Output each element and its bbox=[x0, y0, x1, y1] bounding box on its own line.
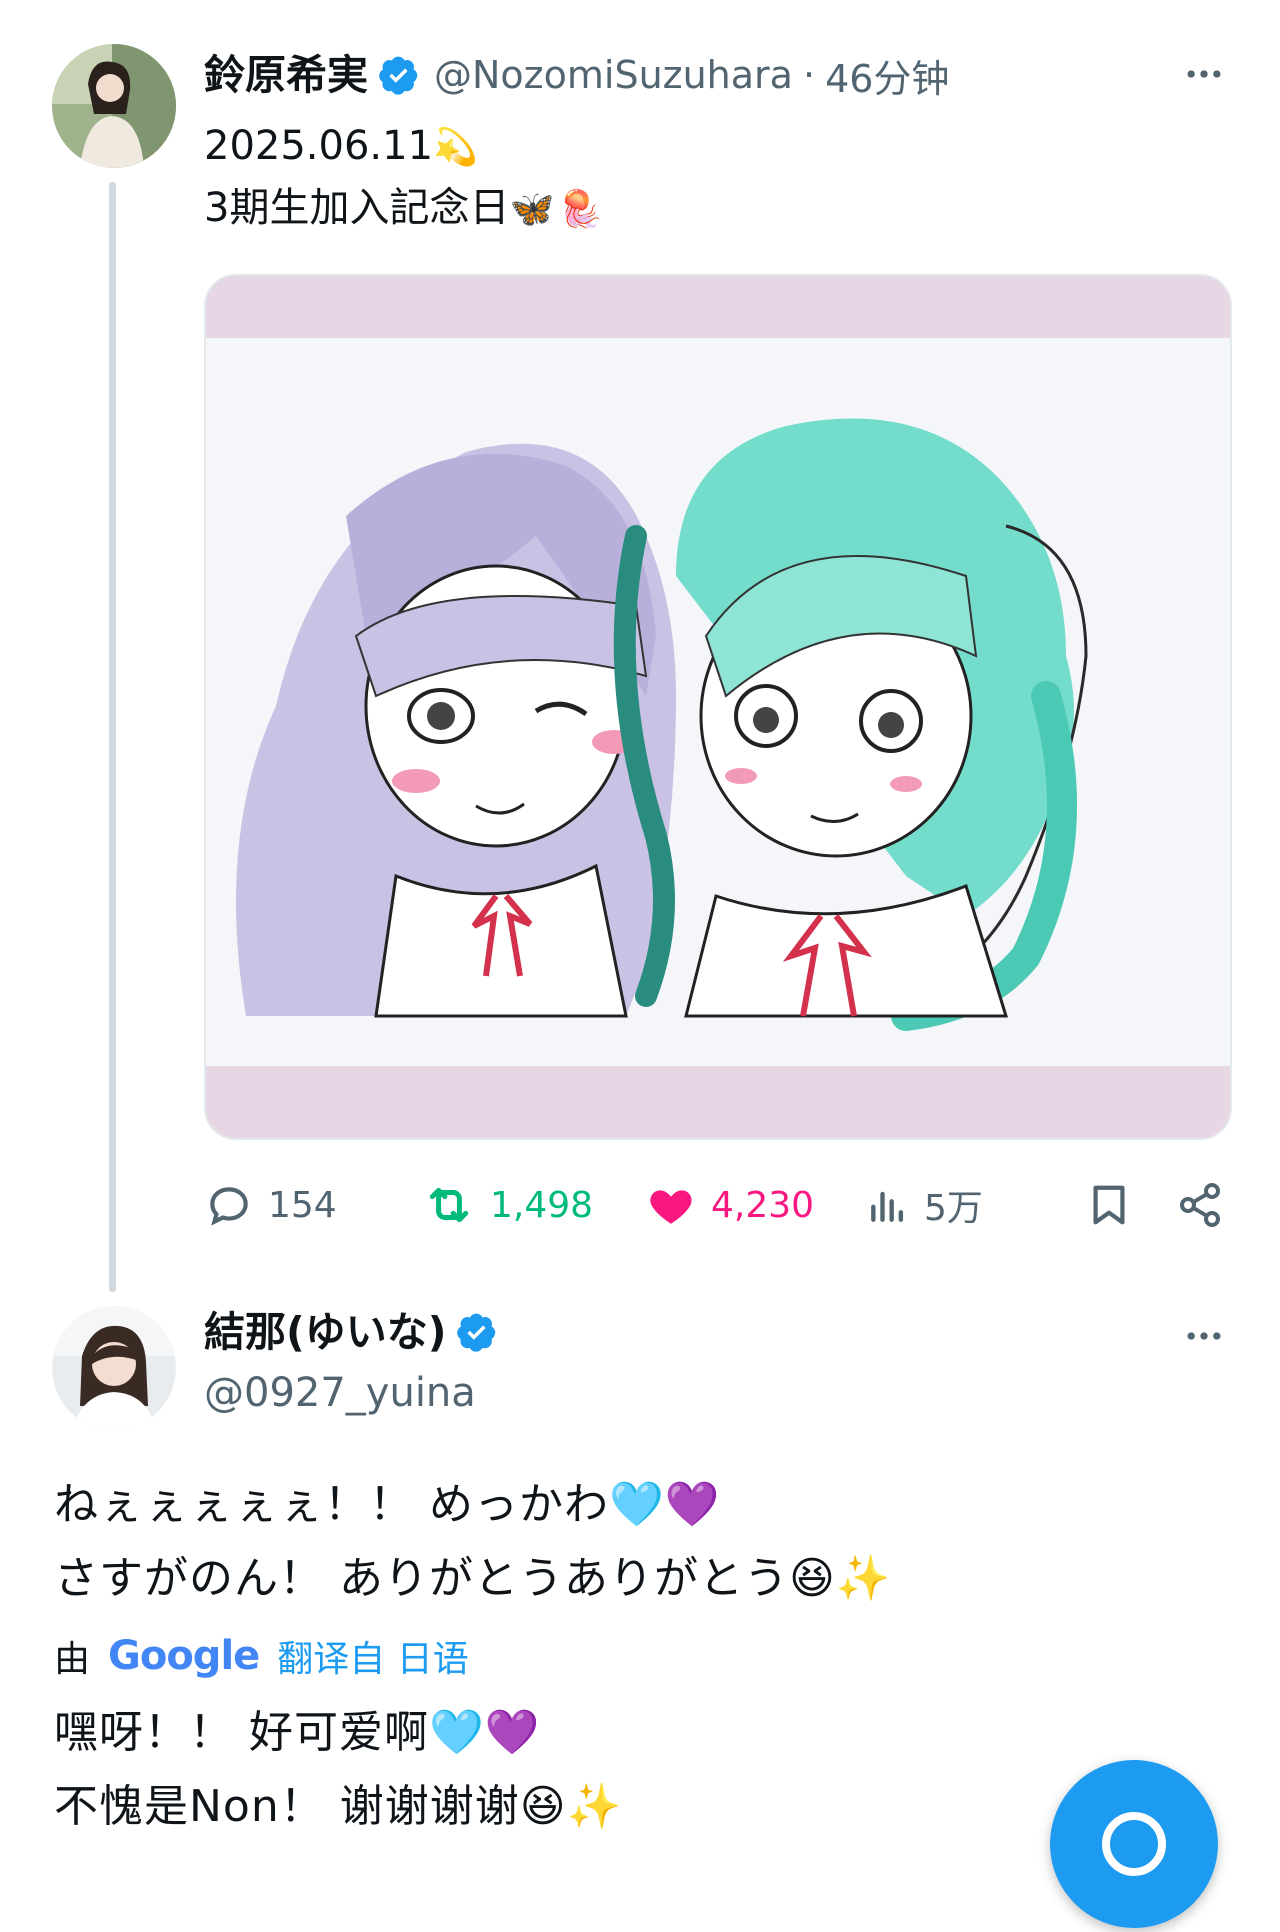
reply-line-1-text: ねぇぇぇぇぇ！！ めっかわ bbox=[54, 1479, 609, 1530]
share-icon bbox=[1180, 1183, 1220, 1227]
reply-author-avatar[interactable] bbox=[52, 1306, 176, 1430]
purple-heart-emoji: 💜 bbox=[484, 1707, 541, 1758]
views-count: 5万 bbox=[924, 1188, 983, 1229]
views-button[interactable]: 5万 bbox=[866, 1180, 983, 1230]
bookmark-icon bbox=[1093, 1185, 1125, 1225]
translated-line-1-text: 嘿呀！！ 好可爱啊 bbox=[54, 1707, 429, 1758]
post-text-line-1: 2025.06.11💫 bbox=[204, 116, 603, 178]
post-image[interactable] bbox=[204, 274, 1232, 1140]
bookmark-button[interactable] bbox=[1086, 1180, 1146, 1230]
translate-prefix: 由 bbox=[54, 1639, 91, 1680]
jellyfish-emoji: 🪼 bbox=[558, 189, 604, 230]
reply-button[interactable]: 154 bbox=[204, 1180, 337, 1230]
author-handle[interactable]: @NozomiSuzuhara bbox=[434, 53, 793, 97]
light-blue-heart-emoji: 🩵 bbox=[609, 1479, 665, 1530]
like-count: 4,230 bbox=[711, 1184, 815, 1226]
reply-text-line-2: さすがのん！ ありがとうありがとう😆✨ bbox=[54, 1542, 892, 1616]
butterfly-emoji: 🦋 bbox=[509, 189, 555, 230]
like-icon bbox=[650, 1190, 692, 1224]
reply-text: ねぇぇぇぇぇ！！ めっかわ🩵💜 さすがのん！ ありがとうありがとう😆✨ bbox=[54, 1468, 892, 1616]
author-header: 鈴原希実 @NozomiSuzuhara · 46分钟 bbox=[204, 48, 949, 103]
laughing-face-emoji: 😆 bbox=[789, 1553, 836, 1604]
reply-header: 結那(ゆいな) bbox=[204, 1308, 498, 1356]
translate-label[interactable]: 翻译自 日语 bbox=[277, 1630, 468, 1682]
compose-button[interactable] bbox=[1050, 1760, 1218, 1928]
light-blue-heart-emoji: 🩵 bbox=[429, 1707, 485, 1758]
separator-dot: · bbox=[802, 53, 816, 97]
reply-text-line-1: ねぇぇぇぇぇ！！ めっかわ🩵💜 bbox=[54, 1468, 892, 1542]
repost-count: 1,498 bbox=[490, 1184, 594, 1226]
repost-button[interactable]: 1,498 bbox=[422, 1180, 593, 1230]
laughing-face-emoji: 😆 bbox=[519, 1781, 567, 1832]
post-text: 2025.06.11💫 3期生加入記念日🦋 🪼 bbox=[204, 116, 603, 240]
verified-badge-icon bbox=[378, 54, 420, 96]
sparkles-emoji: ✨ bbox=[566, 1781, 623, 1832]
reply-author-name[interactable]: 結那(ゆいな) bbox=[204, 1308, 446, 1356]
reply-line-2-text: さすがのん！ ありがとうありがとう bbox=[54, 1553, 789, 1604]
google-logo: Google bbox=[108, 1633, 260, 1679]
thread-connector-line bbox=[109, 182, 116, 1292]
translated-line-2: 不愧是Non！ 谢谢谢谢😆✨ bbox=[54, 1770, 622, 1844]
compose-icon bbox=[1102, 1812, 1166, 1876]
post-text-line-2: 3期生加入記念日🦋 🪼 bbox=[204, 178, 603, 240]
more-icon[interactable] bbox=[1182, 52, 1226, 105]
verified-badge-icon bbox=[456, 1311, 498, 1353]
share-button[interactable] bbox=[1176, 1180, 1238, 1230]
translated-line-1: 嘿呀！！ 好可爱啊🩵💜 bbox=[54, 1696, 622, 1770]
author-avatar[interactable] bbox=[52, 44, 176, 168]
views-icon bbox=[871, 1191, 904, 1222]
translated-line-2-text: 不愧是Non！ 谢谢谢谢 bbox=[54, 1781, 520, 1832]
more-icon[interactable] bbox=[1182, 1314, 1226, 1367]
translation-attribution: 由 Google 翻译自 日语 bbox=[54, 1630, 469, 1682]
reply-icon bbox=[210, 1187, 248, 1226]
author-name[interactable]: 鈴原希実 bbox=[204, 51, 368, 99]
purple-heart-emoji: 💜 bbox=[664, 1479, 721, 1530]
reply-author-handle[interactable]: @0927_yuina bbox=[204, 1370, 476, 1416]
sparkles-emoji: ✨ bbox=[835, 1553, 892, 1604]
post-time[interactable]: 46分钟 bbox=[825, 48, 949, 103]
post-anniversary-text: 3期生加入記念日 bbox=[204, 185, 510, 231]
post-date-text: 2025.06.11 bbox=[204, 123, 434, 169]
like-button[interactable]: 4,230 bbox=[645, 1180, 814, 1230]
reply-count: 154 bbox=[268, 1184, 337, 1226]
translated-text: 嘿呀！！ 好可爱啊🩵💜 不愧是Non！ 谢谢谢谢😆✨ bbox=[54, 1696, 622, 1844]
repost-icon bbox=[429, 1187, 469, 1223]
sparkle-star-emoji: 💫 bbox=[433, 127, 478, 168]
